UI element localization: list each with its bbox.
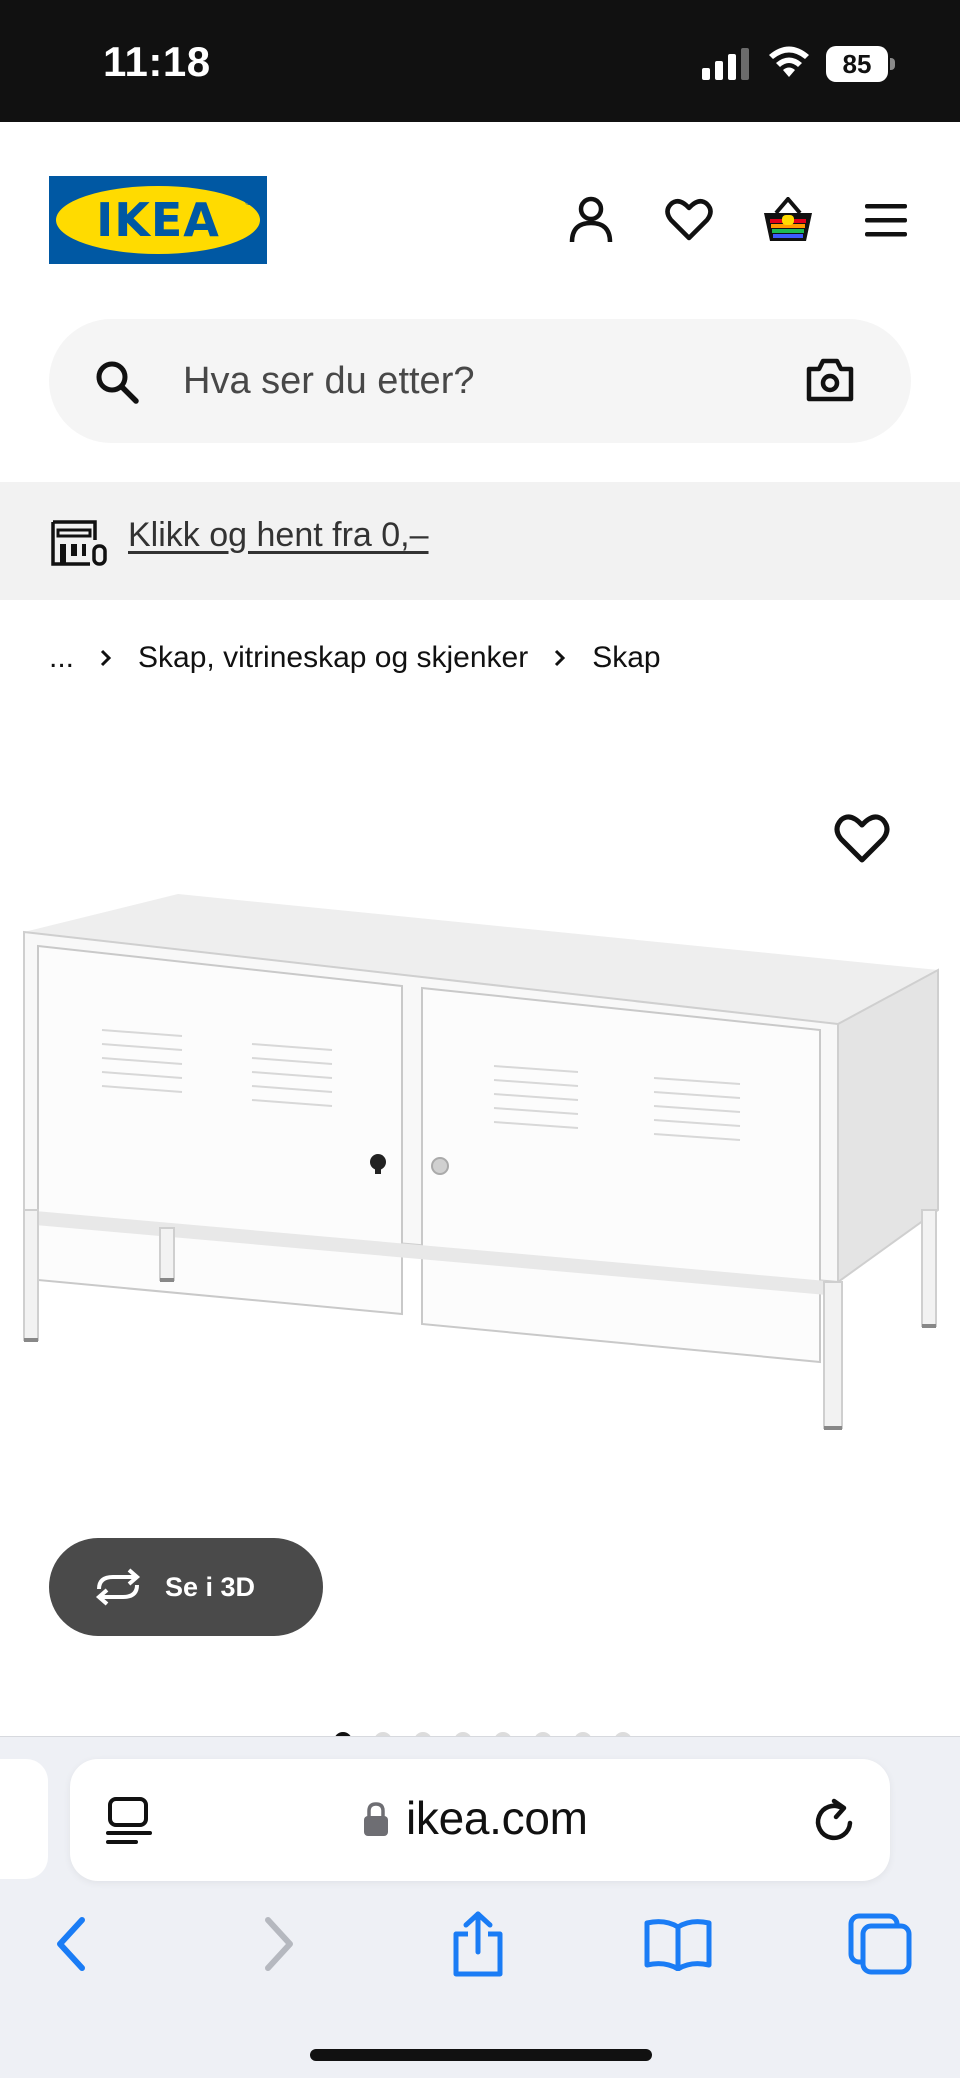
battery-tip bbox=[890, 58, 895, 70]
address-bar[interactable]: ikea.com bbox=[70, 1759, 890, 1881]
menu-icon bbox=[865, 204, 907, 237]
tabs-icon bbox=[848, 1913, 912, 1975]
status-time: 11:18 bbox=[103, 38, 211, 85]
search-icon[interactable] bbox=[94, 359, 140, 405]
back-button[interactable] bbox=[36, 1909, 106, 1979]
chevron-left-icon bbox=[57, 1917, 85, 1971]
reader-mode-icon[interactable] bbox=[106, 1795, 152, 1845]
browser-toolbar: ikea.com bbox=[0, 1736, 960, 2078]
wifi-icon bbox=[769, 46, 809, 77]
home-indicator bbox=[310, 2049, 652, 2061]
battery-level: 85 bbox=[842, 49, 872, 79]
rotate-3d-icon bbox=[95, 1568, 141, 1606]
store-icon bbox=[51, 520, 107, 566]
breadcrumb: ... Skap, vitrineskap og skjenker Skap bbox=[49, 636, 661, 680]
heart-icon bbox=[665, 199, 713, 241]
product-image bbox=[23, 894, 939, 1430]
add-to-favourites-heart-icon[interactable] bbox=[832, 810, 892, 866]
camera-icon[interactable] bbox=[805, 357, 855, 403]
page: 11:18 85 IKEA ® Hva ser du etter? Klikk … bbox=[0, 0, 960, 2078]
lock-icon bbox=[364, 1802, 388, 1836]
forward-button[interactable] bbox=[244, 1909, 314, 1979]
favourites-button[interactable] bbox=[661, 192, 717, 248]
search-bar[interactable] bbox=[49, 319, 911, 443]
view-in-3d-button[interactable]: Se i 3D bbox=[49, 1538, 323, 1636]
tabs-button[interactable] bbox=[845, 1909, 915, 1979]
status-bar: 11:18 85 bbox=[0, 0, 960, 122]
view-in-3d-label: Se i 3D bbox=[165, 1571, 256, 1602]
bookmarks-button[interactable] bbox=[643, 1909, 713, 1979]
book-icon bbox=[644, 1919, 712, 1971]
basket-button[interactable] bbox=[760, 192, 816, 248]
previous-tab-preview[interactable] bbox=[0, 1759, 48, 1879]
click-and-collect-banner: Klikk og hent fra 0,– bbox=[0, 482, 960, 600]
battery-icon: 85 bbox=[826, 46, 896, 82]
cellular-signal-icon bbox=[702, 48, 749, 80]
search-input[interactable] bbox=[183, 351, 743, 411]
breadcrumb-item-category[interactable]: Skap, vitrineskap og skjenker bbox=[138, 641, 528, 675]
chevron-right-icon bbox=[265, 1917, 293, 1971]
share-button[interactable] bbox=[443, 1909, 513, 1979]
logo-text: IKEA bbox=[96, 193, 220, 247]
share-icon bbox=[453, 1911, 503, 1977]
breadcrumb-item-current[interactable]: Skap bbox=[592, 641, 660, 675]
menu-button[interactable] bbox=[858, 192, 914, 248]
reload-icon[interactable] bbox=[810, 1795, 860, 1847]
logo-registered-mark: ® bbox=[244, 198, 253, 208]
click-and-collect-link[interactable]: Klikk og hent fra 0,– bbox=[128, 516, 429, 555]
chevron-right-icon bbox=[92, 643, 120, 673]
profile-icon bbox=[569, 196, 613, 243]
basket-icon bbox=[764, 197, 812, 241]
ikea-logo[interactable]: IKEA ® bbox=[49, 176, 267, 264]
site-header: IKEA ® bbox=[0, 122, 960, 482]
product-gallery[interactable]: Se i 3D bbox=[0, 720, 960, 1750]
breadcrumb-item-ellipsis[interactable]: ... bbox=[49, 641, 74, 675]
profile-button[interactable] bbox=[563, 192, 619, 248]
chevron-right-icon bbox=[546, 643, 574, 673]
url-text: ikea.com bbox=[406, 1792, 588, 1844]
